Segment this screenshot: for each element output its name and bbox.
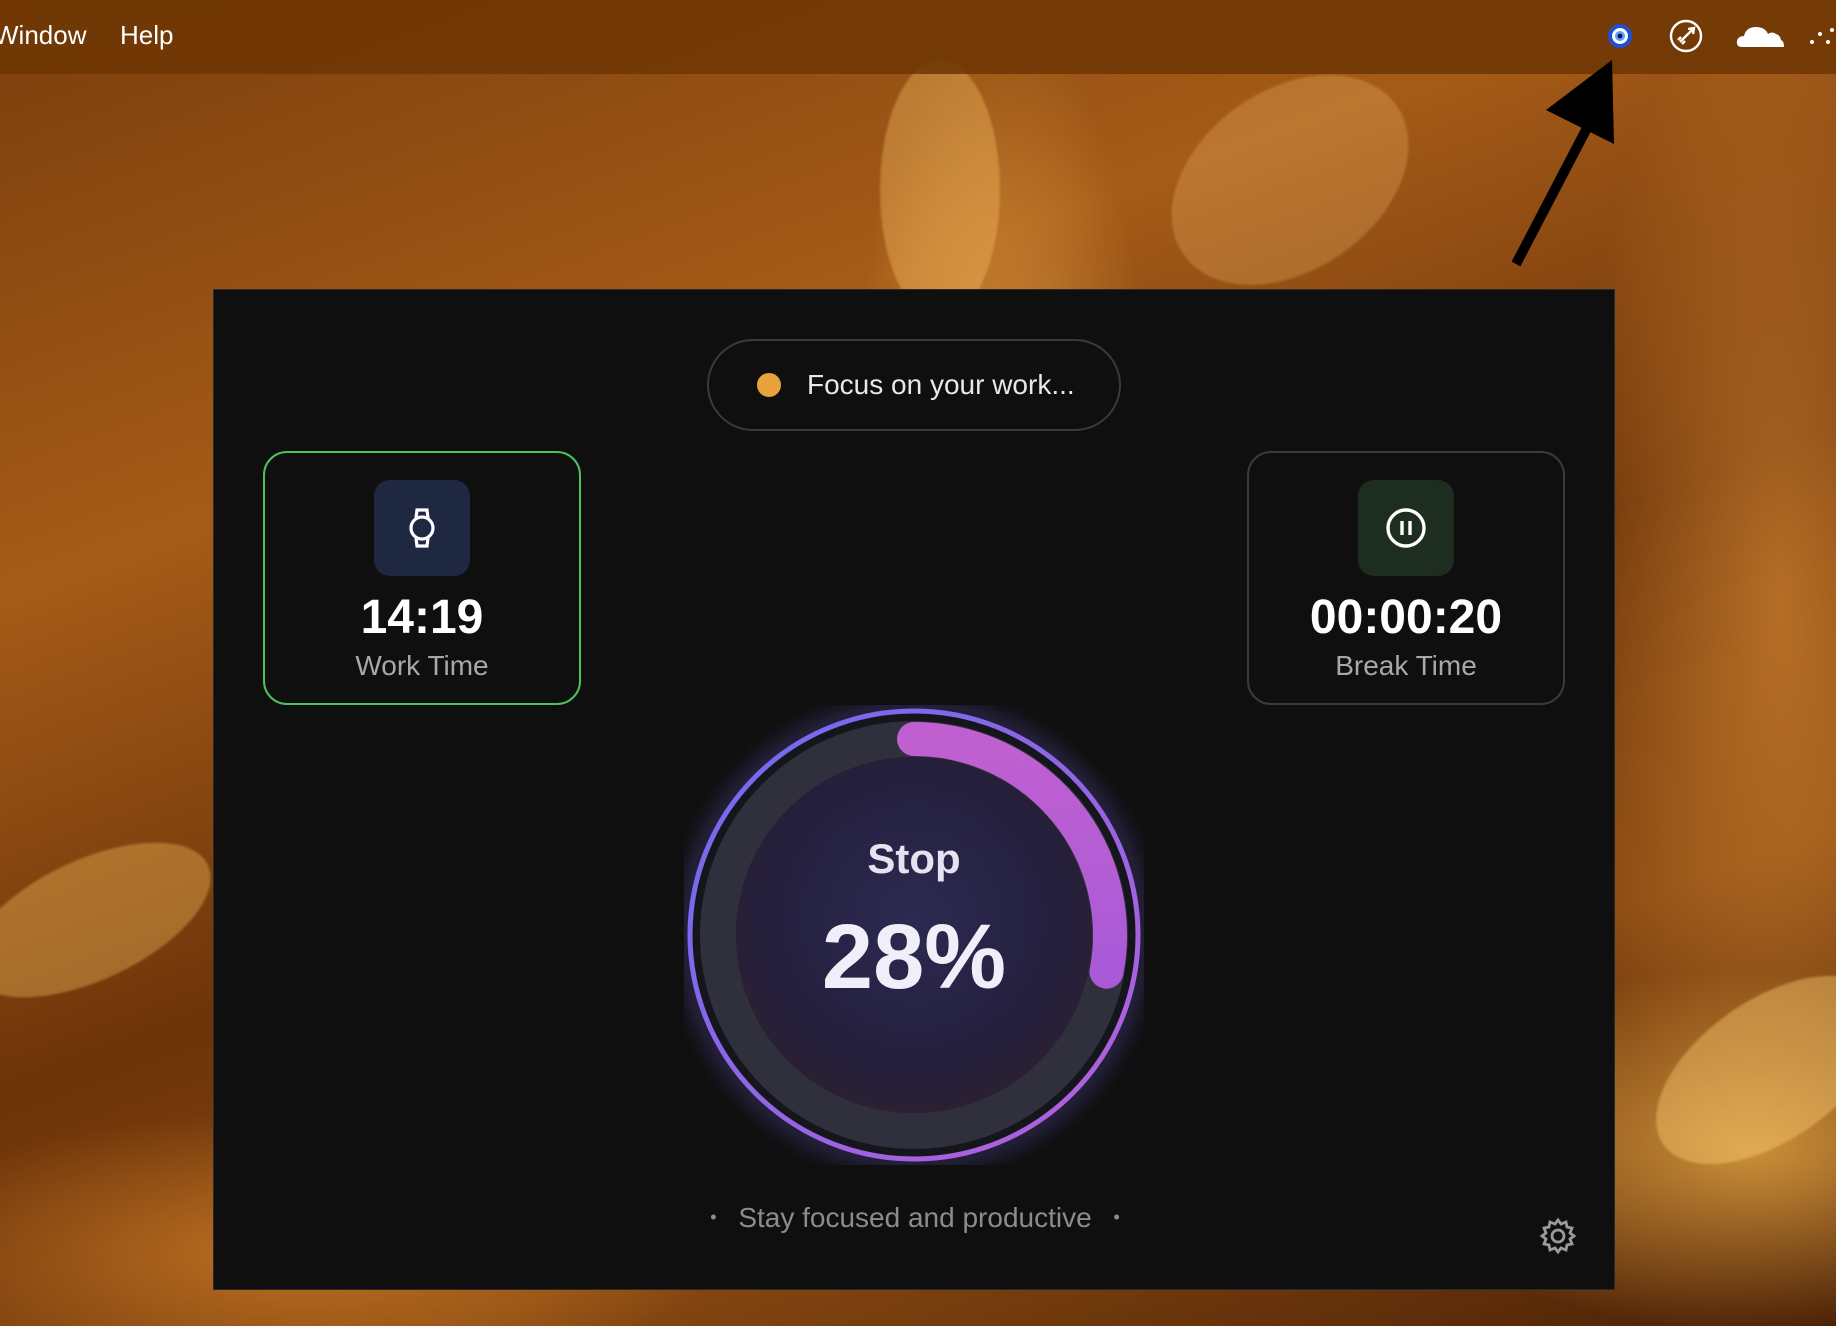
pause-icon-box xyxy=(1358,480,1454,576)
progress-ring-button[interactable]: Stop 28% xyxy=(683,704,1145,1166)
work-time-label: Work Time xyxy=(355,650,489,681)
gear-icon[interactable] xyxy=(1538,1216,1578,1256)
footer-bullet: • xyxy=(710,1207,717,1227)
footer-bullet: • xyxy=(1113,1207,1120,1227)
work-time-value: 14:19 xyxy=(360,591,484,644)
watch-icon xyxy=(409,508,435,548)
progress-percent: 28% xyxy=(821,906,1007,1008)
break-time-label: Break Time xyxy=(1335,650,1477,681)
wallpaper-highlight xyxy=(1623,938,1836,1202)
status-dot xyxy=(757,373,781,397)
status-text: Focus on your work... xyxy=(807,369,1075,400)
footer-message: • Stay focused and productive • xyxy=(214,1202,1616,1234)
work-time-card[interactable]: 14:19 Work Time xyxy=(263,451,581,705)
pointer-arrow xyxy=(1511,60,1614,267)
focus-timer-window: Focus on your work... 14:19 Work Time 00… xyxy=(213,289,1615,1290)
watch-icon-box xyxy=(374,480,470,576)
footer-text: Stay focused and productive xyxy=(738,1202,1092,1233)
pause-icon xyxy=(1386,508,1426,548)
break-time-value: 00:00:20 xyxy=(1309,591,1503,644)
stop-label: Stop xyxy=(867,835,961,882)
status-pill: Focus on your work... xyxy=(707,339,1121,431)
wallpaper-highlight xyxy=(0,810,234,1030)
break-time-card[interactable]: 00:00:20 Break Time xyxy=(1247,451,1565,705)
